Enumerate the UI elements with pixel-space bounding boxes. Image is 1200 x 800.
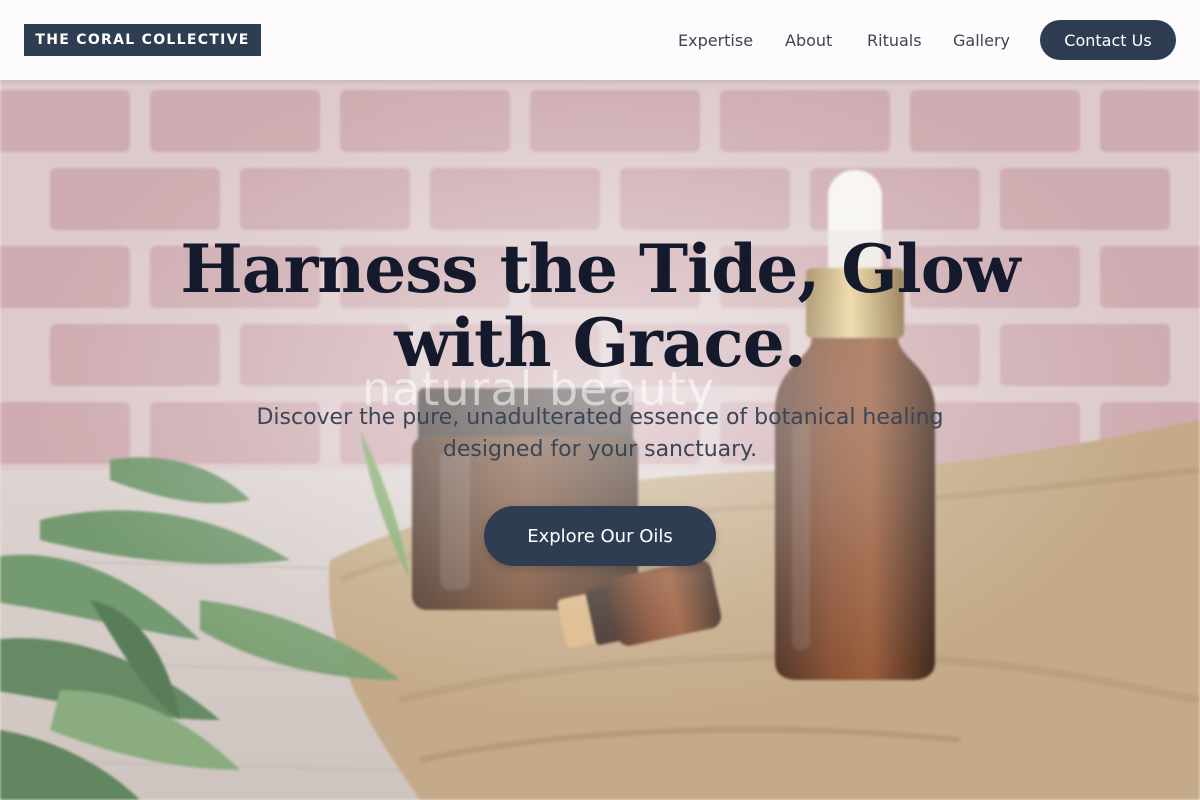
- nav-link-expertise[interactable]: Expertise: [678, 0, 753, 80]
- hero-section: natural beauty: [0, 0, 1200, 800]
- hero-title: Harness the Tide, Glow with Grace.: [180, 230, 1020, 382]
- contact-us-button[interactable]: Contact Us: [1040, 20, 1176, 60]
- brand-logo[interactable]: THE CORAL COLLECTIVE: [24, 24, 261, 56]
- hero-subtitle: Discover the pure, unadulterated essence…: [256, 405, 944, 462]
- explore-oils-button[interactable]: Explore Our Oils: [484, 506, 716, 566]
- nav-link-rituals[interactable]: Rituals: [867, 0, 922, 80]
- nav-link-about[interactable]: About: [785, 0, 832, 80]
- nav-link-gallery[interactable]: Gallery: [953, 0, 1010, 80]
- site-header: THE CORAL COLLECTIVE Expertise About Rit…: [0, 0, 1200, 80]
